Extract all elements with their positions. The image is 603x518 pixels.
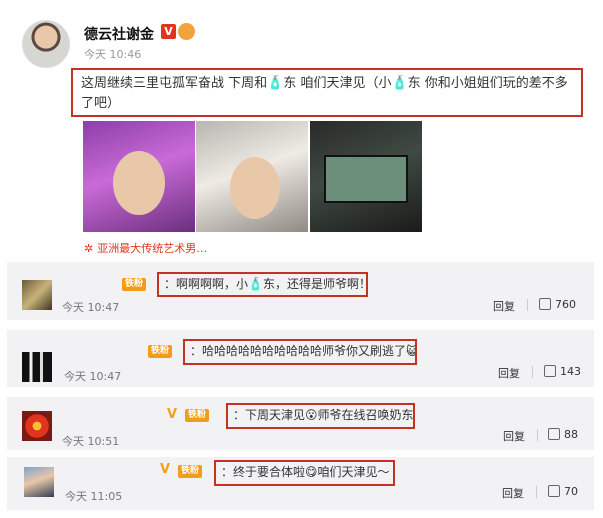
comment-timestamp: 今天 10:47 bbox=[64, 370, 122, 383]
comment-item: 铁粉 ：哈哈哈哈哈哈哈哈哈哈师爷你又刷逃了😺😺 今天 10:47 回复 143 bbox=[7, 330, 594, 387]
tagline-text: 亚洲最大传统艺术男… bbox=[97, 242, 208, 255]
like-button[interactable]: 88 bbox=[548, 428, 578, 441]
like-button[interactable]: 760 bbox=[539, 298, 576, 311]
portrait-baseball-cap-photo[interactable] bbox=[196, 121, 308, 232]
thumbs-up-icon bbox=[539, 298, 551, 310]
reply-button[interactable]: 回复 bbox=[493, 298, 515, 314]
like-count: 143 bbox=[560, 365, 581, 378]
divider bbox=[536, 486, 537, 498]
thumbs-up-icon bbox=[548, 428, 560, 440]
like-count: 88 bbox=[564, 428, 578, 441]
comment-text: ：下周天津见😮师爷在线召唤奶东🧴 bbox=[226, 403, 415, 429]
fan-badge: 铁粉 bbox=[148, 345, 173, 358]
commenter-avatar[interactable] bbox=[22, 411, 52, 441]
thumbs-up-icon bbox=[548, 485, 560, 497]
commenter-avatar[interactable] bbox=[22, 280, 52, 310]
comment-text: ：终于要合体啦😋咱们天津见～ bbox=[214, 460, 395, 486]
comment-item: V 铁粉 ：终于要合体啦😋咱们天津见～ 今天 11:05 回复 70 bbox=[7, 457, 594, 510]
thumbs-up-icon bbox=[544, 365, 556, 377]
comment-timestamp: 今天 10:51 bbox=[62, 435, 120, 448]
like-button[interactable]: 70 bbox=[548, 485, 578, 498]
portrait-neon-visor-photo[interactable] bbox=[83, 121, 195, 232]
vip-badge: V bbox=[167, 407, 178, 422]
post-text: 这周继续三里屯孤军奋战 下周和🧴东 咱们天津见（小🧴东 你和小姐姐们玩的差不多了… bbox=[71, 68, 583, 117]
vip-badge: V bbox=[160, 462, 171, 477]
like-count: 760 bbox=[555, 298, 576, 311]
flower-icon: ✲ bbox=[84, 242, 94, 255]
divider bbox=[537, 429, 538, 441]
commenter-avatar[interactable] bbox=[22, 352, 52, 382]
reply-button[interactable]: 回复 bbox=[502, 485, 524, 501]
reply-button[interactable]: 回复 bbox=[498, 365, 520, 381]
divider bbox=[532, 366, 533, 378]
commenter-avatar[interactable] bbox=[24, 467, 54, 497]
comment-item: V 铁粉 ：下周天津见😮师爷在线召唤奶东🧴 今天 10:51 回复 88 bbox=[7, 397, 594, 450]
post-timestamp[interactable]: 今天 10:46 bbox=[84, 46, 141, 62]
comment-item: 铁粉 ：啊啊啊啊，小🧴东，还得是师爷啊！！ 今天 10:47 回复 760 bbox=[7, 262, 594, 320]
tagline[interactable]: ✲ 亚洲最大传统艺术男… bbox=[84, 240, 207, 256]
fan-badge: 铁粉 bbox=[178, 465, 203, 478]
weibo-post: 德云社谢金 V 今天 10:46 这周继续三里屯孤军奋战 下周和🧴东 咱们天津见… bbox=[0, 0, 603, 262]
comment-text: ：哈哈哈哈哈哈哈哈哈哈师爷你又刷逃了😺😺 bbox=[183, 339, 417, 365]
like-button[interactable]: 143 bbox=[544, 365, 581, 378]
comment-text: ：啊啊啊啊，小🧴东，还得是师爷啊！！ bbox=[157, 272, 368, 297]
like-count: 70 bbox=[564, 485, 578, 498]
comment-timestamp: 今天 10:47 bbox=[62, 301, 120, 314]
fan-badge: 铁粉 bbox=[122, 278, 147, 291]
fan-badge: 铁粉 bbox=[185, 409, 210, 422]
monitor-screen-photo[interactable] bbox=[310, 121, 422, 232]
verified-badge-icon: V bbox=[161, 24, 176, 39]
medal-icon bbox=[178, 23, 195, 40]
user-avatar[interactable] bbox=[22, 20, 70, 68]
post-username[interactable]: 德云社谢金 bbox=[84, 24, 154, 44]
divider bbox=[527, 299, 528, 311]
comment-timestamp: 今天 11:05 bbox=[65, 490, 123, 503]
reply-button[interactable]: 回复 bbox=[503, 428, 525, 444]
